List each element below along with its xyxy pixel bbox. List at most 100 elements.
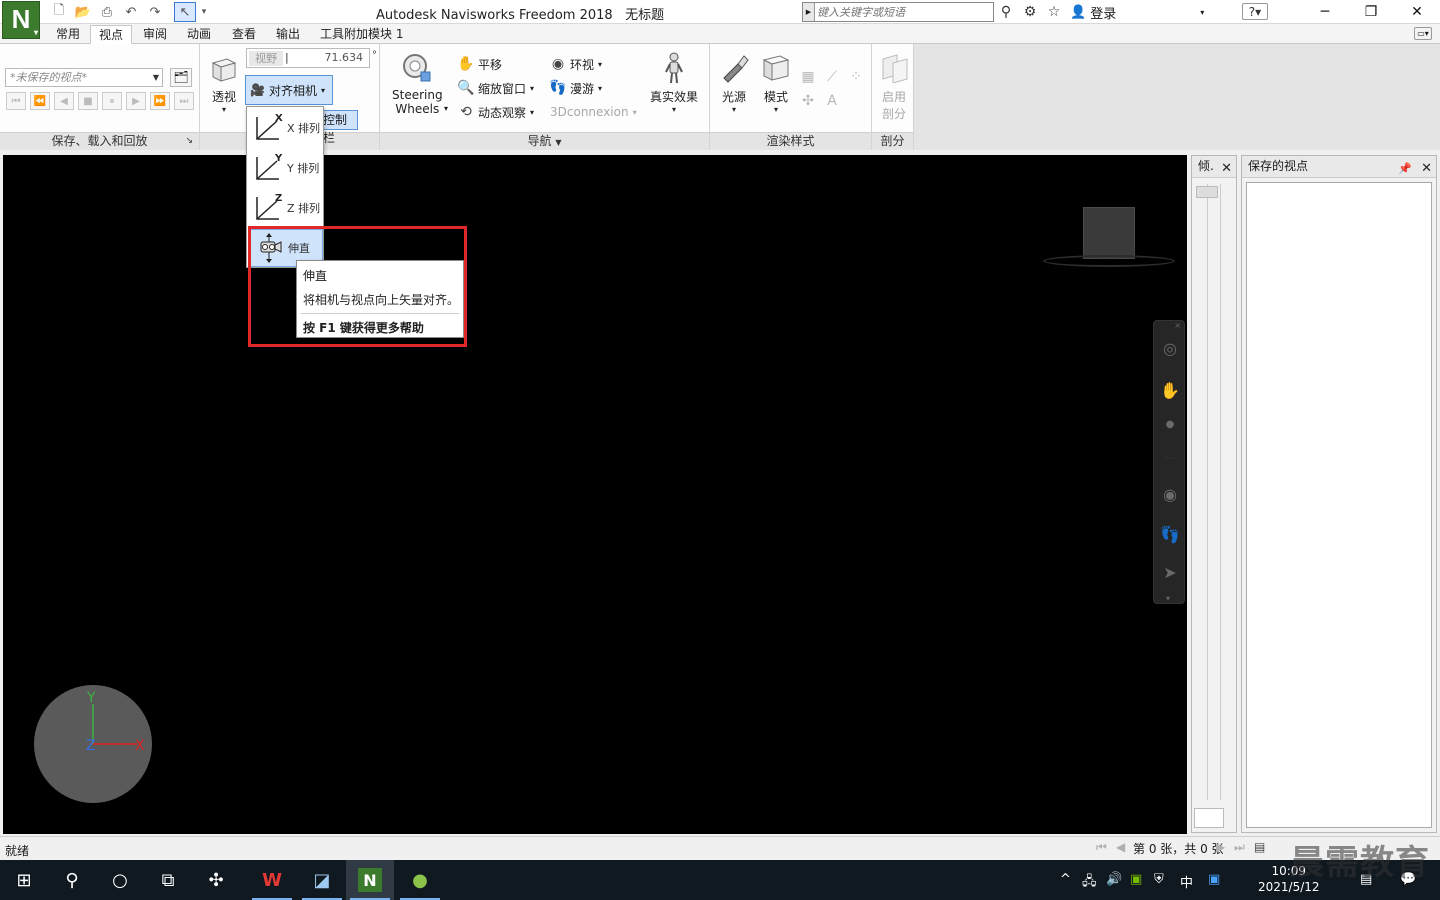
task-view-icon[interactable]: ⧉	[144, 860, 192, 900]
restore-button[interactable]: ❐	[1348, 0, 1394, 24]
ime-indicator[interactable]: 中	[1180, 872, 1193, 891]
perspective-button[interactable]: 透视 ▾	[208, 52, 240, 114]
hud-button[interactable]: 控制栏	[320, 110, 358, 145]
tilt-slider-track[interactable]	[1207, 184, 1221, 800]
navisworks-taskbar-icon[interactable]: N	[346, 860, 394, 900]
look-around-button[interactable]: ◉ 环视 ▾	[550, 53, 602, 75]
field-of-view-input[interactable]: 视野 | 71.634	[246, 48, 370, 68]
saved-viewpoint-combo[interactable]: *未保存的视点* ▼	[5, 68, 163, 87]
pinwheel-app-icon[interactable]: ✣	[192, 860, 240, 900]
redo-icon[interactable]: ↷	[144, 2, 166, 22]
lighting-button[interactable]: 光源 ▾	[718, 52, 750, 114]
tilt-slider-thumb[interactable]	[1196, 186, 1218, 198]
pin-icon[interactable]: 📌	[1398, 158, 1412, 179]
search-input[interactable]	[817, 4, 991, 20]
lines-icon[interactable]: ⟋	[824, 66, 840, 88]
play-reverse-icon[interactable]: ◀	[54, 92, 74, 110]
first-sheet-icon[interactable]: ⏮	[1096, 840, 1107, 855]
enable-sectioning-button[interactable]: 启用 剖分	[878, 52, 910, 122]
select-nav-icon[interactable]: ➤	[1160, 563, 1180, 583]
tab-addins[interactable]: 工具附加模块 1	[312, 25, 411, 44]
next-sheet-icon[interactable]: ▶	[1216, 840, 1225, 854]
select-cursor-icon[interactable]: ↖	[174, 2, 196, 22]
nvidia-icon[interactable]: ▣	[1130, 872, 1142, 887]
security-shield-icon[interactable]: ⛨	[1154, 872, 1164, 887]
search-icon[interactable]: ⚲	[48, 860, 96, 900]
melon-app-icon[interactable]: ●	[396, 860, 444, 900]
tab-viewpoint[interactable]: 视点	[90, 25, 133, 44]
manage-viewpoints-icon[interactable]: 🗂	[170, 68, 192, 87]
chevron-down-icon[interactable]: ▼	[555, 138, 561, 147]
tab-home[interactable]: 常用	[48, 25, 88, 44]
zoom-window-button[interactable]: 🔍 缩放窗口 ▾	[457, 77, 534, 99]
close-icon[interactable]: ✕	[1221, 158, 1232, 179]
close-button[interactable]: ✕	[1394, 0, 1440, 24]
step-back-icon[interactable]: ⏪	[30, 92, 50, 110]
zoom-nav-icon[interactable]: ●	[1160, 415, 1180, 435]
ribbon-minimize-icon[interactable]: ▭▾	[1414, 27, 1432, 40]
saved-viewpoints-list[interactable]	[1246, 182, 1432, 828]
last-sheet-icon[interactable]: ⏭	[1234, 840, 1245, 855]
tab-review[interactable]: 审阅	[135, 25, 175, 44]
steering-wheels-button[interactable]: Steering Wheels	[392, 52, 443, 116]
qat-dropdown-icon[interactable]: ▾	[198, 2, 210, 22]
panel-launcher-icon[interactable]: ↘	[185, 133, 193, 150]
tilt-value-box[interactable]	[1194, 808, 1224, 828]
menu-item-align-z[interactable]: Z Z 排列	[249, 189, 323, 227]
tab-view[interactable]: 查看	[224, 25, 264, 44]
first-frame-icon[interactable]: ⏮	[6, 92, 26, 110]
menu-item-align-y[interactable]: Y Y 排列	[249, 149, 323, 187]
open-file-icon[interactable]: 📂	[72, 2, 94, 22]
viewcube-compass-ring[interactable]	[1043, 255, 1175, 267]
realism-button[interactable]: 真实效果 ▾	[650, 52, 698, 114]
binoculars-icon[interactable]: ⚲	[996, 3, 1016, 21]
menu-item-align-x[interactable]: X X 排列	[249, 109, 323, 147]
subscription-icon[interactable]: ⚙	[1020, 3, 1040, 21]
surfaces-icon[interactable]: ▦	[800, 66, 816, 88]
volume-icon[interactable]: 🔊	[1106, 872, 1122, 887]
text-icon[interactable]: A	[824, 90, 840, 112]
new-file-icon[interactable]: 🗋	[48, 2, 70, 22]
points-icon[interactable]: ⁘	[848, 66, 864, 88]
help-icon[interactable]: ?▾	[1242, 3, 1268, 20]
3dconnexion-button[interactable]: 3Dconnexion ▾	[550, 101, 637, 123]
minimize-button[interactable]: ─	[1302, 0, 1348, 24]
last-frame-icon[interactable]: ⏭	[174, 92, 194, 110]
viewcube[interactable]	[1083, 207, 1135, 259]
scene-viewport[interactable]: × ◎ ✋ ● ⋯ ◉ 👣 ➤ ▾ Y Z X	[3, 155, 1187, 834]
tab-output[interactable]: 输出	[268, 25, 308, 44]
tray-expand-icon[interactable]: ^	[1060, 872, 1071, 887]
close-icon[interactable]: ✕	[1421, 158, 1432, 179]
orbit-button[interactable]: ⟲ 动态观察 ▾	[458, 101, 534, 123]
step-forward-icon[interactable]: ⏩	[150, 92, 170, 110]
search-expand-icon[interactable]: ▶	[803, 3, 815, 21]
print-icon[interactable]: ⎙	[96, 2, 118, 22]
sheet-browser-icon[interactable]: ▤	[1254, 840, 1265, 854]
chevron-down-icon[interactable]: ▾	[444, 104, 448, 113]
sign-in-button[interactable]: 👤 登录 ▾	[1070, 3, 1204, 22]
stop-icon[interactable]: ■	[78, 92, 98, 110]
tab-animation[interactable]: 动画	[179, 25, 219, 44]
undo-icon[interactable]: ↶	[120, 2, 142, 22]
application-menu-button[interactable]: N ▾	[2, 1, 40, 39]
look-nav-icon[interactable]: ◉	[1160, 485, 1180, 505]
network-icon[interactable]: 🖧	[1082, 872, 1097, 894]
play-icon[interactable]: ▶	[126, 92, 146, 110]
windows-start-icon[interactable]: ⊞	[0, 860, 48, 900]
notes-app-icon[interactable]: ◪	[298, 860, 346, 900]
favorites-star-icon[interactable]: ☆	[1044, 3, 1064, 21]
close-icon[interactable]: ×	[1174, 321, 1181, 330]
wps-office-icon[interactable]: W	[248, 860, 296, 900]
steering-wheel-nav-icon[interactable]: ◎	[1160, 339, 1180, 359]
prev-sheet-icon[interactable]: ◀	[1116, 840, 1125, 854]
walk-nav-icon[interactable]: 👣	[1160, 525, 1180, 545]
align-camera-button[interactable]: 🎥 对齐相机 ▾	[245, 75, 333, 105]
qq-icon[interactable]: ▣	[1208, 872, 1220, 887]
pause-icon[interactable]: ⏸	[102, 92, 122, 110]
cortana-icon[interactable]: ○	[96, 860, 144, 900]
snap-points-icon[interactable]: ✣	[800, 90, 816, 112]
render-mode-button[interactable]: 模式 ▾	[760, 52, 792, 114]
chevron-down-icon[interactable]: ▾	[1166, 594, 1170, 603]
pan-button[interactable]: ✋ 平移	[457, 53, 502, 75]
hand-nav-icon[interactable]: ✋	[1160, 381, 1180, 401]
